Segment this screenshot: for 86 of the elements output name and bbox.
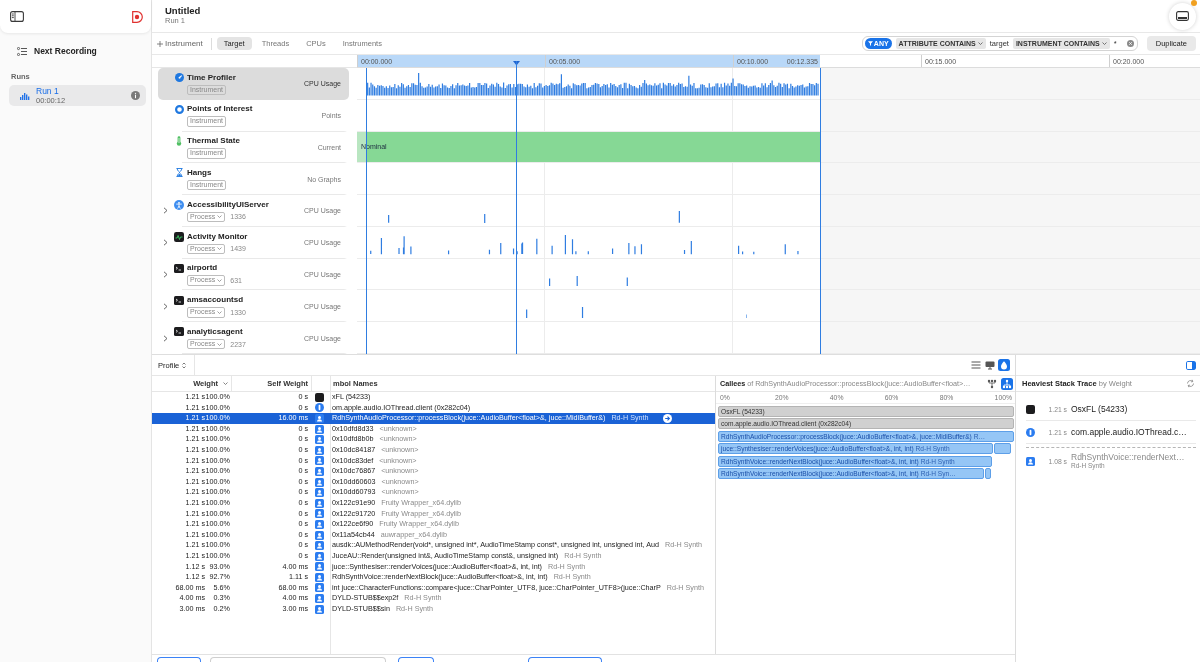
track-name: AccessibilityUIServer (187, 199, 269, 210)
terminal-icon (174, 295, 184, 305)
person-icon (315, 541, 324, 551)
track-name: analyticsagent (187, 326, 243, 337)
person-icon (315, 551, 324, 561)
symbol-name: RdhSynthVoice::renderNext… (1071, 452, 1185, 462)
chevron-down-icon (217, 247, 223, 251)
info-icon[interactable] (131, 91, 140, 100)
disclosure-chevron-icon[interactable] (163, 302, 168, 310)
chevron-down-icon (217, 215, 223, 219)
terminal-icon (174, 327, 184, 337)
thread-icon (1026, 427, 1035, 437)
updown-chevron-icon (182, 361, 187, 369)
chevron-down-icon (977, 42, 983, 45)
hierarchy-icon[interactable] (1001, 377, 1013, 390)
chevron-down-icon (1101, 42, 1107, 45)
panel-icon (1176, 11, 1189, 21)
add-instrument-button[interactable]: Instrument (157, 39, 203, 48)
bar-chart-icon (20, 91, 30, 100)
chevron-down-icon (217, 342, 223, 346)
person-icon (315, 583, 324, 593)
monitor-icon[interactable] (984, 359, 996, 371)
person-icon (315, 519, 324, 529)
person-icon (315, 509, 324, 519)
person-icon (315, 435, 324, 445)
chevron-down-icon (217, 310, 223, 314)
inspector-button[interactable] (1169, 2, 1196, 30)
disclosure-chevron-icon[interactable] (163, 239, 168, 247)
filter-button[interactable] (398, 657, 434, 662)
disclosure-chevron-icon[interactable] (163, 334, 168, 342)
filter-icon (867, 41, 873, 46)
hourglass-icon (175, 168, 183, 178)
call-frame[interactable] (985, 468, 992, 479)
checklist-icon (17, 46, 27, 56)
symbol-name: OsxFL (54233) (1071, 404, 1128, 414)
terminal-icon (174, 263, 184, 273)
run-name: Run 1 (36, 86, 59, 96)
refresh-icon[interactable] (1186, 379, 1195, 388)
filter-button[interactable] (528, 657, 602, 662)
next-recording-item[interactable]: Next Recording (17, 44, 97, 58)
person-icon (315, 414, 324, 423)
person-icon (1026, 456, 1035, 466)
track-name: Time Profiler (187, 72, 236, 83)
thread-icon (315, 403, 324, 413)
clear-icon[interactable] (1126, 40, 1134, 47)
person-icon (315, 562, 324, 572)
ring-icon (174, 104, 184, 114)
person-icon (315, 594, 324, 604)
search-field[interactable] (210, 657, 386, 662)
app-icon (315, 392, 324, 402)
track-name: amsaccountsd (187, 295, 244, 306)
person-icon (315, 604, 324, 614)
person-icon (315, 488, 324, 498)
person-icon (315, 477, 324, 487)
track-name: Activity Monitor (187, 231, 248, 242)
record-icon[interactable] (132, 10, 143, 23)
accessibility-icon (174, 199, 184, 210)
person-icon (315, 530, 324, 540)
arrow-right-icon[interactable] (662, 414, 672, 423)
chevron-down-icon (217, 279, 223, 283)
drop-icon[interactable] (998, 359, 1010, 371)
hierarchy-icon[interactable] (986, 377, 998, 390)
app-icon (1026, 404, 1035, 414)
panel-icon[interactable] (1186, 360, 1196, 370)
track-name: Hangs (187, 167, 212, 178)
person-icon (315, 456, 324, 466)
track-name: Thermal State (187, 136, 240, 147)
filter-button[interactable] (157, 657, 201, 662)
document-title: Untitled (165, 6, 201, 16)
plus-icon (157, 40, 163, 47)
thermometer-icon (176, 136, 182, 147)
gauge-icon (174, 73, 184, 83)
symbol-name: com.apple.audio.IOThread.c… (1071, 427, 1187, 437)
person-icon (315, 424, 324, 434)
playhead[interactable] (513, 61, 520, 354)
chevron-down-icon (223, 382, 228, 385)
track-name: Points of Interest (187, 104, 253, 115)
sidebar-icon[interactable] (10, 11, 24, 22)
person-icon (315, 466, 324, 476)
person-icon (315, 572, 324, 582)
disclosure-chevron-icon[interactable] (163, 271, 168, 279)
person-icon (315, 498, 324, 508)
graph-tile-icon (174, 231, 184, 242)
disclosure-chevron-icon[interactable] (163, 207, 168, 215)
person-icon (315, 445, 324, 455)
track-name: airportd (187, 263, 218, 274)
